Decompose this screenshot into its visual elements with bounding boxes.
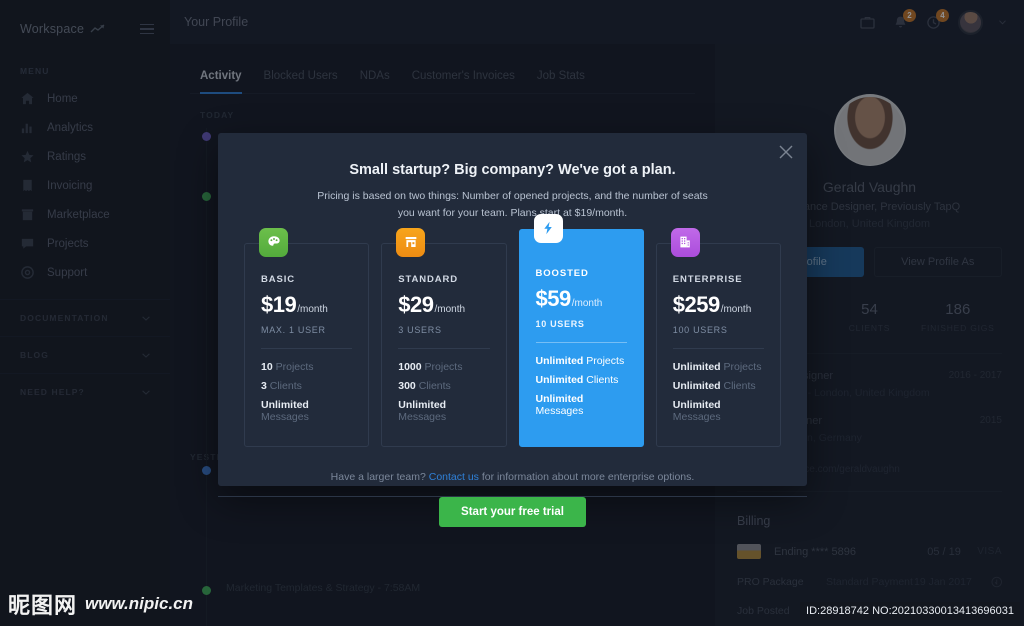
app-root: Workspace MENU Home Analytics Ratings In… bbox=[0, 0, 1024, 626]
plan-card-basic[interactable]: BASIC $19/month MAX. 1 USER 10 Projects … bbox=[244, 227, 370, 447]
palette-icon bbox=[259, 227, 288, 257]
contact-us-link[interactable]: Contact us bbox=[429, 471, 479, 483]
feature-value: Unlimited bbox=[535, 392, 584, 405]
divider bbox=[261, 347, 353, 349]
plan-price-row: $29/month bbox=[398, 292, 489, 318]
modal-footer: Start your free trial bbox=[218, 495, 807, 527]
plan-feature: Unlimited Clients bbox=[673, 380, 764, 392]
plan-price: $59 bbox=[535, 285, 572, 311]
plan-feature: Unlimited Messages bbox=[398, 399, 489, 423]
divider bbox=[398, 347, 490, 349]
feature-label: Projects bbox=[583, 354, 625, 367]
feature-value: 10 bbox=[261, 360, 273, 373]
feature-value: Unlimited bbox=[535, 373, 584, 386]
plan-feature: Unlimited Projects bbox=[536, 355, 627, 367]
plan-feature: 10 Projects bbox=[261, 361, 352, 373]
modal-title: Small startup? Big company? We've got a … bbox=[349, 162, 676, 178]
plan-period: /month bbox=[434, 303, 466, 315]
feature-label: Projects bbox=[421, 360, 463, 373]
plan-price: $29 bbox=[398, 291, 434, 317]
feature-label: Projects bbox=[272, 360, 314, 373]
close-icon[interactable] bbox=[779, 145, 793, 159]
feature-value: Unlimited bbox=[672, 398, 721, 411]
plan-card-standard[interactable]: STANDARD $29/month 3 USERS 1000 Projects… bbox=[381, 227, 507, 447]
plan-price-row: $19/month bbox=[261, 292, 352, 318]
feature-value: 300 bbox=[398, 379, 416, 392]
feature-label: Clients bbox=[720, 379, 756, 392]
plan-price: $19 bbox=[261, 291, 297, 317]
note-before: Have a larger team? bbox=[330, 470, 429, 483]
feature-label: Projects bbox=[720, 360, 762, 373]
feature-label: Clients bbox=[266, 379, 302, 392]
feature-label: Clients bbox=[415, 379, 451, 392]
lightning-icon bbox=[533, 213, 563, 243]
plan-feature: Unlimited Messages bbox=[673, 399, 764, 423]
feature-value: Unlimited bbox=[672, 379, 721, 392]
feature-label: Messages bbox=[535, 404, 584, 417]
plan-feature: Unlimited Projects bbox=[673, 361, 764, 373]
note-after: for information about more enterprise op… bbox=[478, 470, 695, 483]
plans-grid: BASIC $19/month MAX. 1 USER 10 Projects … bbox=[218, 213, 807, 447]
plan-seats: 10 USERS bbox=[535, 318, 585, 329]
plan-feature: Unlimited Messages bbox=[261, 399, 352, 423]
plan-name: STANDARD bbox=[398, 273, 459, 285]
plan-seats: 100 USERS bbox=[672, 324, 728, 335]
plan-name: BASIC bbox=[261, 273, 296, 285]
feature-value: Unlimited bbox=[261, 398, 309, 411]
start-free-trial-button[interactable]: Start your free trial bbox=[439, 496, 586, 527]
plan-price-row: $59/month bbox=[536, 286, 627, 312]
plan-seats: 3 USERS bbox=[398, 324, 442, 335]
feature-value: Unlimited bbox=[535, 354, 584, 367]
feature-value: Unlimited bbox=[398, 398, 447, 411]
feature-value: 1000 bbox=[398, 360, 422, 373]
feature-label: Clients bbox=[583, 373, 619, 386]
building-icon bbox=[670, 227, 700, 257]
plan-feature: Unlimited Messages bbox=[536, 393, 627, 417]
modal-subtitle: Pricing is based on two things: Number o… bbox=[317, 190, 708, 220]
plan-feature: 300 Clients bbox=[398, 380, 489, 392]
feature-label: Messages bbox=[672, 410, 721, 423]
feature-value: Unlimited bbox=[672, 360, 721, 373]
plan-feature: Unlimited Clients bbox=[536, 374, 627, 386]
divider bbox=[672, 347, 764, 349]
plan-card-boosted[interactable]: BOOSTED $59/month 10 USERS Unlimited Pro… bbox=[518, 213, 644, 447]
plan-price: $259 bbox=[672, 291, 720, 317]
store-icon bbox=[396, 227, 426, 257]
plan-name: ENTERPRISE bbox=[672, 273, 743, 285]
pricing-modal: Small startup? Big company? We've got a … bbox=[218, 133, 807, 527]
divider bbox=[535, 341, 627, 343]
plan-price-row: $259/month bbox=[673, 292, 764, 318]
plan-feature: 3 Clients bbox=[261, 380, 352, 392]
feature-label: Messages bbox=[261, 410, 309, 423]
plan-name: BOOSTED bbox=[535, 267, 589, 279]
plan-period: /month bbox=[720, 303, 752, 315]
plan-period: /month bbox=[297, 303, 328, 315]
plan-seats: MAX. 1 USER bbox=[261, 324, 326, 335]
enterprise-note: Have a larger team? Contact us for infor… bbox=[218, 471, 807, 483]
plan-card-enterprise[interactable]: ENTERPRISE $259/month 100 USERS Unlimite… bbox=[655, 227, 781, 447]
plan-period: /month bbox=[571, 297, 603, 309]
plan-feature: 1000 Projects bbox=[398, 361, 489, 373]
feature-label: Messages bbox=[398, 410, 447, 423]
